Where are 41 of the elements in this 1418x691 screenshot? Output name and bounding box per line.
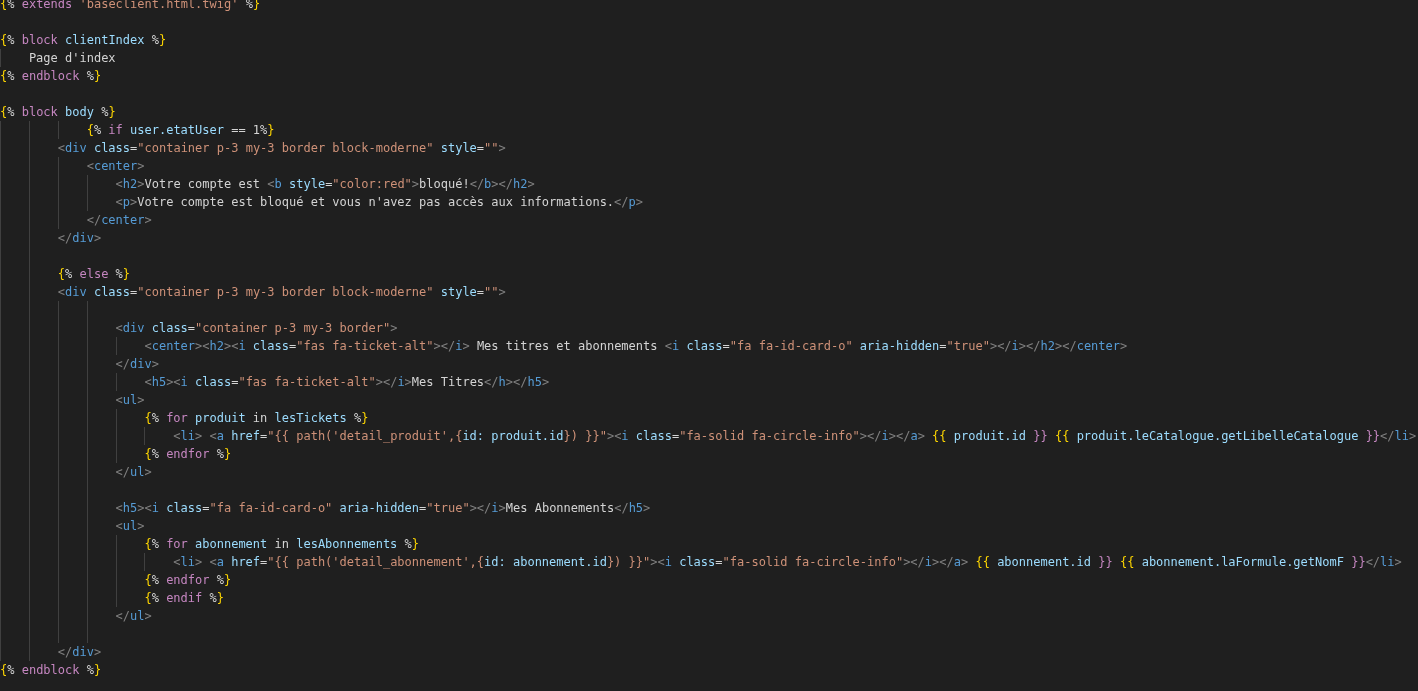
- indent-guide: [115, 409, 117, 463]
- code-line: {% for produit in lesTickets %}: [144, 410, 369, 427]
- indent-guide: [115, 373, 117, 391]
- code-line: <li> <a href="{{ path('detail_abonnement',{id: abonnement.id}) }}"><i class="fa-solid fa-circle-info"></i></a> {{ abonnement.id }} {{ abonnement.laFormule.getNomF }}</li>: [173, 554, 1402, 571]
- indent-guide: [57, 157, 59, 229]
- code-line: </div>: [57, 644, 102, 661]
- indent-guide: [115, 535, 117, 607]
- code-line: {% block clientIndex %}: [0, 32, 167, 49]
- indent-guide: [0, 49, 1, 67]
- code-line: </ul>: [115, 464, 152, 481]
- code-line: </div>: [57, 230, 102, 247]
- code-line: <center><h2><i class="fas fa-ticket-alt"></i> Mes titres et abonnements <i class="fa fa-id-card-o" aria-hidden="true"></i></h2></center>: [144, 338, 1128, 355]
- code-line: <ul>: [115, 392, 145, 409]
- code-line: <p>Votre compte est bloqué et vous n'avez pas accès aux informations.</p>: [115, 194, 643, 211]
- code-line: <center>: [86, 158, 145, 175]
- code-line: <div class="container p-3 my-3 border block-moderne" style="">: [57, 140, 506, 157]
- code-line: Page d'index: [28, 50, 116, 67]
- indent-guide: [144, 553, 146, 571]
- code-line: {% for abonnement in lesAbonnements %}: [144, 536, 420, 553]
- code-line: <h2>Votre compte est <b style="color:red">bloqué!</b></h2>: [115, 176, 535, 193]
- code-line: </center>: [86, 212, 152, 229]
- code-line: {% endfor %}: [144, 446, 232, 463]
- indent-guide: [144, 427, 146, 445]
- code-line: <div class="container p-3 my-3 border block-moderne" style="">: [57, 284, 506, 301]
- code-line: {% endblock %}: [0, 662, 102, 679]
- code-line: </ul>: [115, 608, 152, 625]
- indent-guide: [86, 175, 88, 211]
- indent-guide: [115, 337, 117, 355]
- code-line: <h5><i class="fa fa-id-card-o" aria-hidden="true"></i>Mes Abonnements</h5>: [115, 500, 651, 517]
- code-line: {% block body %}: [0, 104, 116, 121]
- code-line: {% endblock %}: [0, 68, 102, 85]
- code-line: <li> <a href="{{ path('detail_produit',{id: produit.id}) }}"><i class="fa-solid fa-circle-info"></i></a> {{ produit.id }} {{ produit.leCatalogue.getLibelleCatalogue }}</li>: [173, 428, 1417, 445]
- code-line: {% if user.etatUser == 1%}: [86, 122, 275, 139]
- code-line: {% endif %}: [144, 590, 224, 607]
- code-line: {% endfor %}: [144, 572, 232, 589]
- code-line: <div class="container p-3 my-3 border">: [115, 320, 398, 337]
- indent-guide: [57, 121, 59, 139]
- code-line: <ul>: [115, 518, 145, 535]
- code-line: <h5><i class="fas fa-ticket-alt"></i>Mes Titres</h></h5>: [144, 374, 550, 391]
- code-line: </div>: [115, 356, 159, 373]
- code-line: {% else %}: [57, 266, 131, 283]
